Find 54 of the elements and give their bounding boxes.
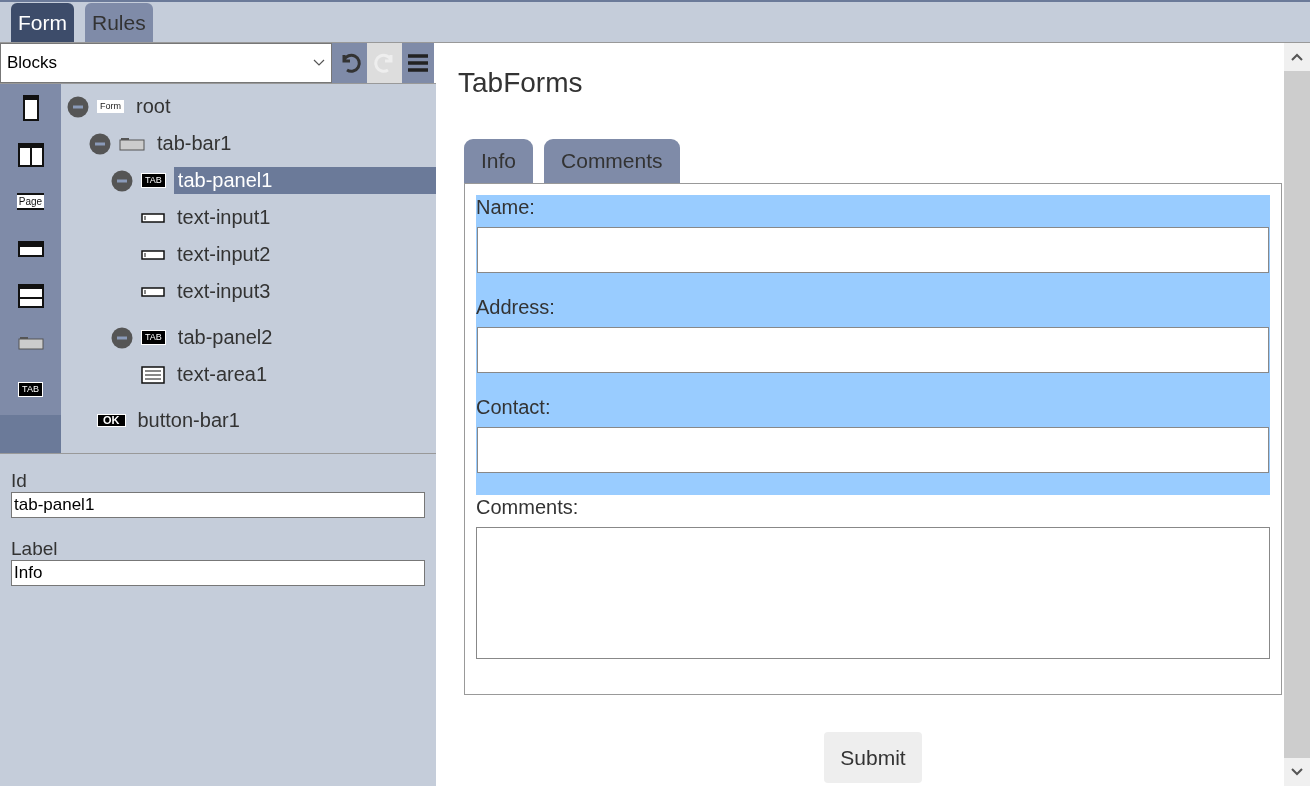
tree-item[interactable]: root xyxy=(132,93,436,120)
ok-badge-icon: OK xyxy=(97,414,126,427)
tree-item[interactable]: text-input2 xyxy=(173,241,436,268)
tab-block-icon[interactable]: TAB xyxy=(18,382,43,397)
blocks-dropdown[interactable]: Blocks xyxy=(0,43,332,83)
text-input-icon xyxy=(141,249,165,260)
columns-block-icon[interactable] xyxy=(17,142,44,167)
phone-block-icon[interactable] xyxy=(22,94,39,121)
tab-badge-icon: TAB xyxy=(141,330,166,345)
rows-block-icon[interactable] xyxy=(17,283,44,308)
tree-item[interactable]: text-area1 xyxy=(173,361,436,388)
tab-bar-icon xyxy=(119,136,145,151)
scroll-up-icon[interactable] xyxy=(1291,53,1303,61)
form-title: TabForms xyxy=(458,67,584,99)
property-label: Label xyxy=(11,538,59,560)
tab-badge-icon: TAB xyxy=(141,173,166,188)
collapse-toggle-icon[interactable] xyxy=(111,326,133,349)
field-label: Name: xyxy=(476,195,536,220)
form-badge-icon: Form xyxy=(97,100,124,113)
tree-item[interactable]: text-input1 xyxy=(173,204,436,231)
text-input-icon xyxy=(141,286,165,297)
field-label: Comments: xyxy=(476,495,580,520)
field-label: Contact: xyxy=(476,395,552,420)
tab-bar-block-icon[interactable] xyxy=(17,335,44,350)
menu-button[interactable] xyxy=(402,43,434,83)
text-area-icon xyxy=(141,365,165,384)
field-label: Address: xyxy=(476,295,556,320)
collapse-toggle-icon[interactable] xyxy=(111,169,133,192)
text-input[interactable] xyxy=(477,327,1269,373)
scroll-down-icon[interactable] xyxy=(1291,768,1303,776)
top-tab[interactable]: Form xyxy=(11,3,74,42)
tree-item[interactable]: tab-panel2 xyxy=(173,324,436,351)
text-input-icon xyxy=(141,212,165,223)
preview-tab[interactable]: Comments xyxy=(544,139,680,183)
tree-item[interactable]: text-input3 xyxy=(173,278,436,305)
chevron-down-icon xyxy=(313,59,325,67)
page-block-icon[interactable]: Page xyxy=(16,193,45,210)
text-input[interactable] xyxy=(477,227,1269,273)
collapse-toggle-icon[interactable] xyxy=(67,95,89,118)
collapse-toggle-icon[interactable] xyxy=(89,132,111,155)
preview-tab[interactable]: Info xyxy=(464,139,534,183)
palette-footer-bar xyxy=(0,415,61,453)
property-input[interactable]: Info xyxy=(11,560,425,586)
property-label: Id xyxy=(11,470,28,492)
property-input[interactable]: tab-panel1 xyxy=(11,492,425,518)
undo-button[interactable] xyxy=(332,43,367,83)
tree-item[interactable]: tab-panel1 xyxy=(173,167,436,194)
text-input[interactable] xyxy=(477,427,1269,473)
top-tab[interactable]: Rules xyxy=(85,3,153,42)
tree-item[interactable]: tab-bar1 xyxy=(153,130,436,157)
header-block-icon[interactable] xyxy=(17,240,44,257)
submit-button[interactable]: Submit xyxy=(824,732,922,783)
menu-icon xyxy=(407,53,429,73)
tree-item[interactable]: button-bar1 xyxy=(133,407,436,434)
